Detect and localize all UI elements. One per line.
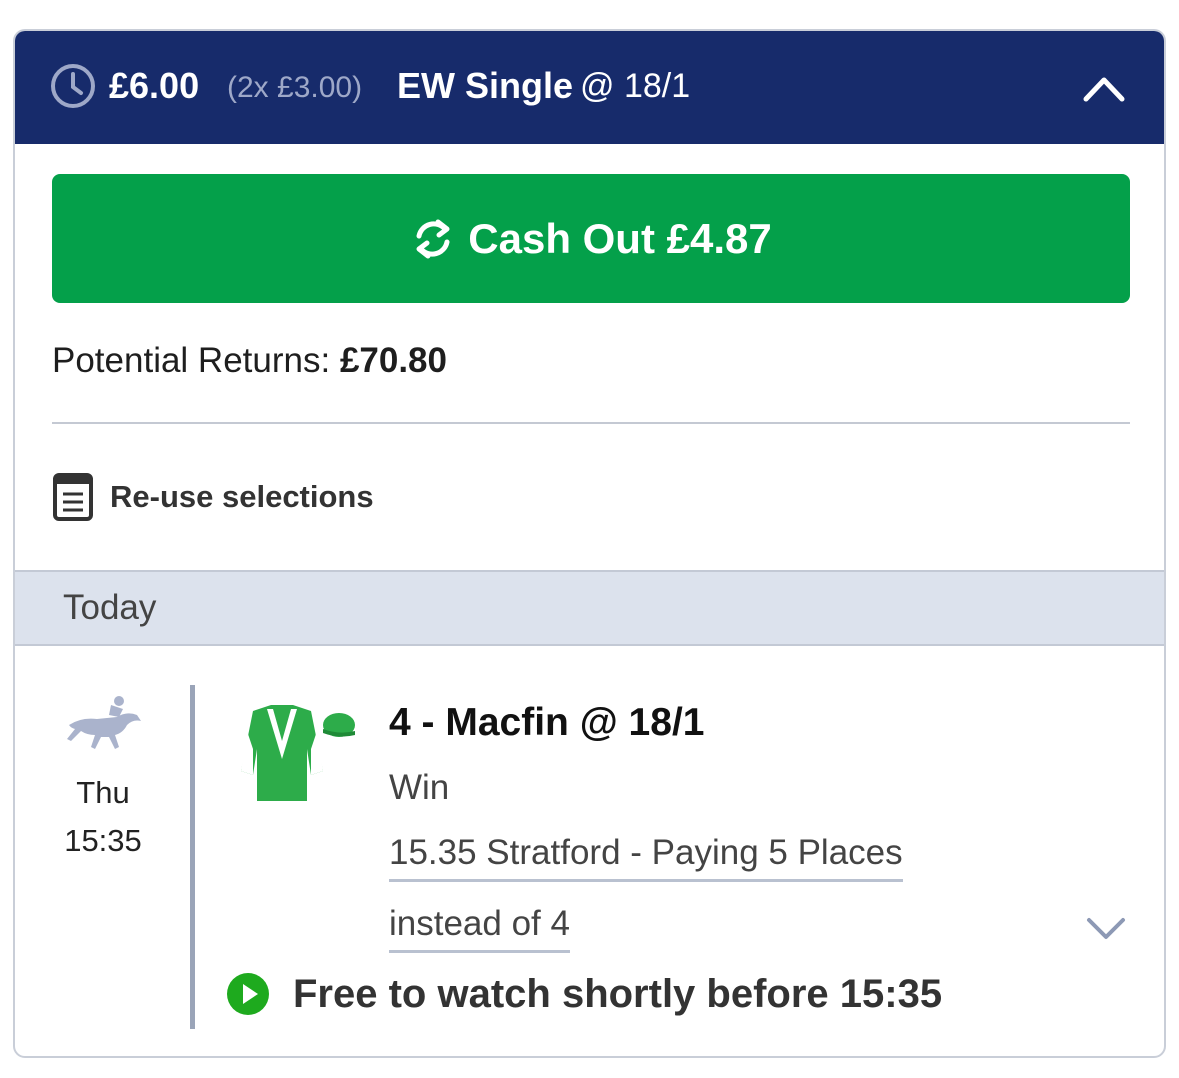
stake-amount: £6.00 <box>109 65 200 106</box>
race-link-continued[interactable]: instead of 4 <box>389 900 570 953</box>
stake-split: (2x £3.00) <box>227 71 363 104</box>
bet-card: £6.00 (2x £3.00) EW Single @ 18/1 Cash O… <box>13 29 1166 1058</box>
date-group-label: Today <box>63 588 157 627</box>
event-day: Thu <box>76 775 130 810</box>
chevron-down-icon[interactable] <box>1085 913 1127 943</box>
selection-divider <box>190 685 195 1029</box>
cash-out-button[interactable]: Cash Out £4.87 <box>52 174 1130 303</box>
horse-racing-icon <box>67 696 141 749</box>
chevron-up-icon[interactable] <box>1081 69 1127 105</box>
reuse-selections-label: Re-use selections <box>110 479 374 514</box>
refresh-icon <box>416 219 450 258</box>
bet-header[interactable]: £6.00 (2x £3.00) EW Single @ 18/1 <box>15 31 1164 144</box>
divider <box>52 422 1130 424</box>
reuse-selections-link[interactable]: Re-use selections <box>52 472 374 522</box>
race-link[interactable]: 15.35 Stratford - Paying 5 Places <box>389 829 903 882</box>
selection-title: 4 - Macfin @ 18/1 <box>389 701 705 744</box>
selection-market: Win <box>389 768 450 807</box>
event-time: 15:35 <box>64 823 142 858</box>
potential-returns-value: £70.80 <box>339 341 447 380</box>
play-icon <box>227 973 269 1015</box>
potential-returns: Potential Returns: £70.80 <box>52 337 447 385</box>
cash-out-label: Cash Out £4.87 <box>468 214 772 262</box>
clock-icon <box>51 64 95 108</box>
document-icon <box>53 473 93 521</box>
jockey-silks-icon <box>241 705 355 801</box>
watch-stream-link[interactable]: Free to watch shortly before 15:35 <box>225 968 942 1020</box>
date-group-header: Today <box>15 570 1164 646</box>
bet-type: EW Single <box>397 65 574 106</box>
potential-returns-label: Potential Returns: <box>52 341 340 380</box>
bet-odds: @ 18/1 <box>580 67 691 105</box>
watch-stream-label: Free to watch shortly before 15:35 <box>293 972 943 1016</box>
